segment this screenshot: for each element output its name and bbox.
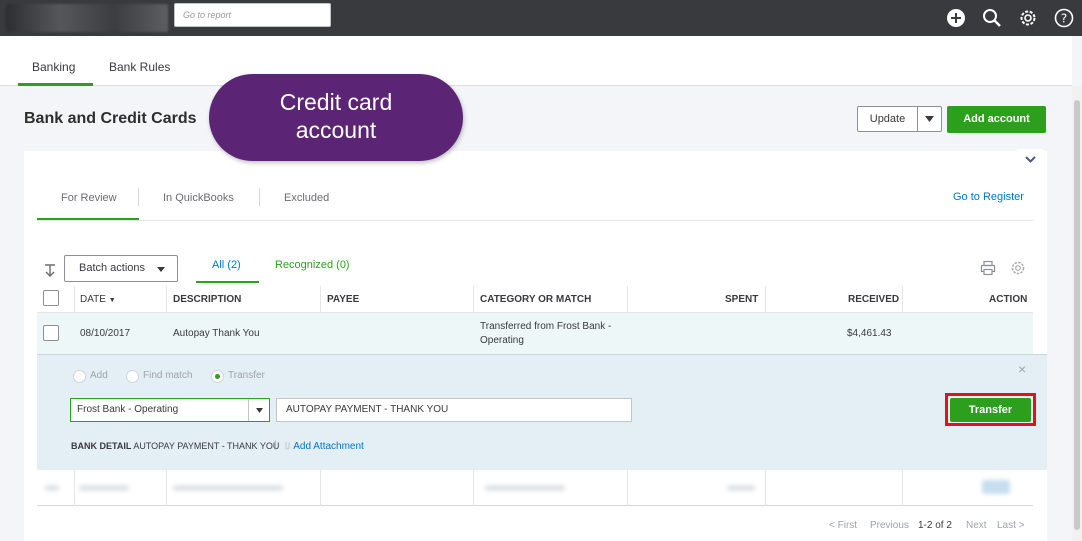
radio-add[interactable] [73,370,86,383]
update-button[interactable]: Update [857,106,918,132]
tab-bank-rules[interactable]: Bank Rules [109,60,170,74]
column-divider [74,470,75,506]
column-header-action: ACTION [989,294,1028,305]
table-row[interactable] [37,470,1033,506]
add-attachment-link[interactable]: Add Attachment [284,440,364,452]
company-logo [6,4,168,32]
tab-divider [138,188,139,206]
row-checkbox[interactable] [43,325,59,341]
gear-icon[interactable] [1010,0,1046,36]
help-icon[interactable]: ? [1046,0,1082,36]
select-all-checkbox[interactable] [43,290,59,306]
caret-down-icon [925,116,934,122]
sub-tab-baseline [37,220,1033,221]
plus-circle-icon[interactable] [938,0,974,36]
column-header-description[interactable]: DESCRIPTION [173,294,241,305]
pager-last[interactable]: Last > [997,520,1025,531]
search-icon[interactable] [974,0,1010,36]
column-divider [473,470,474,506]
tab-divider [259,188,260,206]
top-bar: Go to report ? [0,0,1082,36]
radio-transfer[interactable] [211,370,224,383]
tab-in-quickbooks[interactable]: In QuickBooks [163,192,234,204]
scrollbar-thumb[interactable] [1074,100,1080,530]
column-divider [765,470,766,506]
sort-arrow-icon[interactable] [44,264,56,281]
column-header-payee[interactable]: PAYEE [327,294,359,305]
pager-range: 1-2 of 2 [918,520,952,531]
caret-down-icon [157,267,165,272]
column-divider [320,470,321,506]
column-divider [627,470,628,506]
top-icons: ? [938,0,1082,36]
column-header-spent[interactable]: SPENT [725,294,758,305]
row-description: Autopay Thank You [173,328,260,339]
column-header-received[interactable]: RECEIVED [848,294,899,305]
batch-actions-label: Batch actions [79,262,146,274]
go-to-report-input[interactable]: Go to report [174,3,331,27]
main-tabs: Banking Bank Rules [0,36,1072,86]
bank-detail-value: AUTOPAY PAYMENT - THANK YOU [133,441,280,451]
column-header-category[interactable]: CATEGORY OR MATCH [480,294,591,305]
collapse-button[interactable] [1017,149,1043,169]
batch-actions-button[interactable]: Batch actions [64,255,178,282]
tab-excluded[interactable]: Excluded [284,192,329,204]
chevron-down-icon [1024,155,1036,163]
table-row[interactable]: 08/10/2017 Autopay Thank You Transferred… [37,313,1033,354]
column-divider [166,470,167,506]
close-icon[interactable]: × [1018,361,1026,377]
row-category-line1: Transferred from Frost Bank - [480,321,612,332]
radio-find-match-label[interactable]: Find match [143,370,192,381]
transfer-account-select[interactable]: Frost Bank - Operating [70,398,270,422]
callout-line-2: account [295,117,377,143]
tab-for-review[interactable]: For Review [61,192,117,204]
bank-detail: BANK DETAIL AUTOPAY PAYMENT - THANK YOU [71,441,279,451]
add-account-button[interactable]: Add account [947,106,1046,133]
paperclip-icon [285,442,290,450]
row-category-line2: Operating [480,335,524,346]
credit-card-account-callout: Credit card account [209,74,463,161]
filter-all[interactable]: All (2) [212,259,241,271]
table-settings-gear-icon[interactable] [1010,260,1026,279]
bank-detail-label: BANK DETAIL [71,441,132,451]
update-dropdown-button[interactable] [918,106,942,132]
pager-previous[interactable]: Previous [870,520,909,531]
detail-separator: | [274,440,277,451]
pager-first[interactable]: < First [829,520,857,531]
page-title: Bank and Credit Cards [24,110,197,127]
tab-banking[interactable]: Banking [32,60,75,74]
svg-text:?: ? [1061,12,1067,26]
radio-add-label[interactable]: Add [90,370,108,381]
caret-down-icon [255,407,263,413]
radio-transfer-label[interactable]: Transfer [228,370,265,381]
row-date: 08/10/2017 [80,328,131,339]
transfer-button[interactable]: Transfer [950,398,1031,422]
table-header: DATE ▼ DESCRIPTION PAYEE CATEGORY OR MAT… [37,286,1033,313]
active-filter-indicator [196,281,259,283]
pager-next[interactable]: Next [966,520,987,531]
active-tab-indicator [18,83,93,86]
column-divider [902,470,903,506]
callout-line-1: Credit card [279,89,393,115]
filter-recognized[interactable]: Recognized (0) [275,259,350,271]
go-to-register-link[interactable]: Go to Register [953,191,1024,203]
radio-find-match[interactable] [126,370,139,383]
active-sub-tab-indicator [37,218,139,220]
account-dropdown-toggle[interactable] [248,399,269,421]
memo-input[interactable]: AUTOPAY PAYMENT - THANK YOU [276,398,632,422]
row-received: $4,461.43 [847,328,892,339]
print-icon[interactable] [980,260,996,279]
column-header-date[interactable]: DATE ▼ [80,294,116,305]
